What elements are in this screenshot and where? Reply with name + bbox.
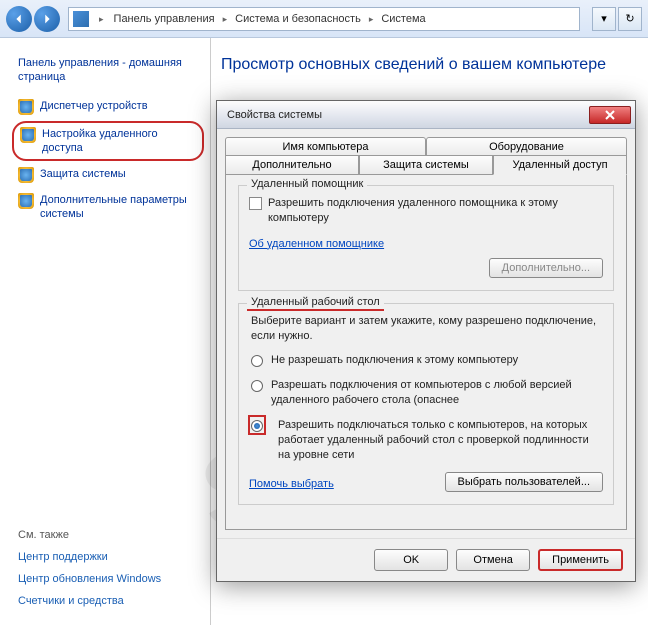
forward-button[interactable] (34, 6, 60, 32)
group-description: Выберите вариант и затем укажите, кому р… (249, 314, 603, 344)
shield-icon (20, 127, 36, 143)
shield-icon (18, 193, 34, 209)
dialog-title: Свойства системы (227, 109, 322, 121)
tab-system-protection[interactable]: Защита системы (359, 155, 493, 174)
radio-label: Не разрешать подключения к этому компьют… (271, 353, 603, 368)
see-also-link[interactable]: Счетчики и средства (18, 595, 198, 607)
dialog-footer: OK Отмена Применить (217, 538, 635, 581)
ok-button[interactable]: OK (374, 549, 448, 571)
shield-icon (18, 99, 34, 115)
back-button[interactable] (6, 6, 32, 32)
group-bottom-row: Помочь выбрать Выбрать пользователей... (249, 472, 603, 492)
radio-label: Разрешать подключения от компьютеров с л… (271, 378, 603, 408)
sidebar-see-also: См. также Центр поддержки Центр обновлен… (18, 529, 198, 617)
system-properties-dialog: Свойства системы Имя компьютера Оборудов… (216, 100, 636, 582)
dialog-body: Имя компьютера Оборудование Дополнительн… (217, 129, 635, 538)
sidebar-home-link[interactable]: Панель управления - домашняя страница (18, 56, 198, 85)
sidebar-item-label: Настройка удаленного доступа (42, 127, 196, 156)
radio-row: Не разрешать подключения к этому компьют… (249, 353, 603, 368)
highlight-box (248, 415, 266, 435)
checkbox-row: Разрешить подключения удаленного помощни… (249, 196, 603, 226)
radio-allow-nla[interactable] (251, 420, 263, 432)
radio-label: Разрешить подключаться только с компьюте… (278, 418, 603, 463)
group-legend: Удаленный помощник (247, 178, 367, 190)
sidebar-item-label: Диспетчер устройств (40, 99, 148, 113)
allow-remote-assistance-checkbox[interactable] (249, 197, 262, 210)
close-icon (605, 110, 615, 120)
radio-row: Разрешить подключаться только с компьюте… (249, 418, 603, 463)
dialog-titlebar: Свойства системы (217, 101, 635, 129)
apply-button[interactable]: Применить (538, 549, 623, 571)
refresh-button[interactable]: ↻ (618, 7, 642, 31)
breadcrumb-sep (367, 13, 376, 25)
about-remote-assistance-link[interactable]: Об удаленном помощнике (249, 238, 384, 250)
address-bar[interactable]: Панель управления Система и безопасность… (68, 7, 580, 31)
tab-control: Имя компьютера Оборудование Дополнительн… (225, 137, 627, 530)
sidebar-item-device-manager[interactable]: Диспетчер устройств (18, 99, 198, 115)
radio-dont-allow[interactable] (251, 355, 263, 367)
group-remote-assistance: Удаленный помощник Разрешить подключения… (238, 185, 614, 291)
see-also-link[interactable]: Центр обновления Windows (18, 573, 198, 585)
page-title: Просмотр основных сведений о вашем компь… (221, 56, 638, 74)
tab-row-back: Имя компьютера Оборудование (225, 137, 627, 155)
checkbox-label: Разрешить подключения удаленного помощни… (268, 196, 603, 226)
breadcrumb-part[interactable]: Панель управления (114, 13, 215, 25)
radio-allow-any[interactable] (251, 380, 263, 392)
see-also-title: См. также (18, 529, 198, 541)
sidebar-item-label: Дополнительные параметры системы (40, 193, 198, 222)
system-icon (73, 11, 89, 27)
see-also-link[interactable]: Центр поддержки (18, 551, 198, 563)
breadcrumb-sep (221, 13, 230, 25)
sidebar: Панель управления - домашняя страница Ди… (0, 38, 210, 625)
toolbar: Панель управления Система и безопасность… (0, 0, 648, 38)
breadcrumb-part[interactable]: Система (381, 13, 425, 25)
radio-row: Разрешать подключения от компьютеров с л… (249, 378, 603, 408)
group-remote-desktop: Удаленный рабочий стол Выберите вариант … (238, 303, 614, 506)
tab-hardware[interactable]: Оборудование (426, 137, 627, 156)
select-users-button[interactable]: Выбрать пользователей... (445, 472, 604, 492)
dropdown-button[interactable]: ▾ (592, 7, 616, 31)
cancel-button[interactable]: Отмена (456, 549, 530, 571)
sidebar-item-remote-settings[interactable]: Настройка удаленного доступа (12, 121, 204, 162)
tab-panel-remote: Удаленный помощник Разрешить подключения… (225, 174, 627, 530)
breadcrumb: Панель управления Система и безопасность… (114, 13, 426, 25)
tab-row-front: Дополнительно Защита системы Удаленный д… (225, 155, 627, 174)
sidebar-item-advanced-settings[interactable]: Дополнительные параметры системы (18, 193, 198, 222)
button-row: Дополнительно... (249, 258, 603, 278)
sidebar-item-system-protection[interactable]: Защита системы (18, 167, 198, 183)
tab-remote[interactable]: Удаленный доступ (493, 155, 627, 175)
help-choose-link[interactable]: Помочь выбрать (249, 478, 334, 490)
group-legend: Удаленный рабочий стол (247, 296, 384, 311)
tab-advanced[interactable]: Дополнительно (225, 155, 359, 174)
breadcrumb-part[interactable]: Система и безопасность (235, 13, 361, 25)
nav-arrows (6, 6, 60, 32)
close-button[interactable] (589, 106, 631, 124)
toolbar-buttons: ▾ ↻ (592, 7, 642, 31)
advanced-button[interactable]: Дополнительно... (489, 258, 603, 278)
shield-icon (18, 167, 34, 183)
tab-computer-name[interactable]: Имя компьютера (225, 137, 426, 156)
breadcrumb-sep (97, 13, 106, 25)
sidebar-item-label: Защита системы (40, 167, 126, 181)
